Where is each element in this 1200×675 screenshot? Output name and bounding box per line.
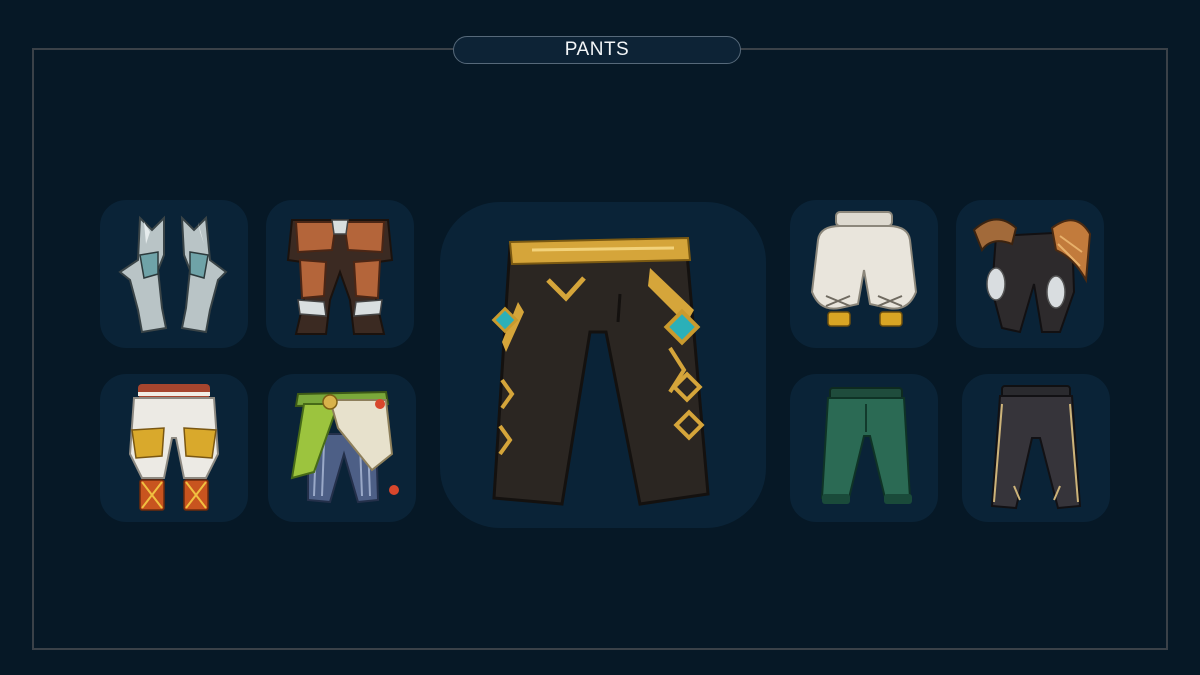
item-slot-silver-leggings[interactable]: [100, 200, 248, 348]
white-puffy-pants-icon: [810, 211, 918, 327]
feathered-tribal-pants-icon: [290, 390, 399, 504]
item-slot-white-puffy-pants[interactable]: [790, 200, 938, 348]
category-title: PANTS: [453, 36, 741, 64]
item-slot-white-gold-pants[interactable]: [100, 374, 248, 522]
item-slot-bronze-armor[interactable]: [266, 200, 414, 348]
item-slot-green-pants[interactable]: [790, 374, 938, 522]
item-slot-black-gold-pants[interactable]: [440, 202, 766, 528]
item-slot-dark-pants[interactable]: [962, 374, 1110, 522]
green-pants-icon: [820, 387, 912, 504]
silver-plate-leggings-icon: [118, 215, 228, 334]
white-pants-gold-plates-icon: [128, 384, 220, 511]
item-slot-feathered-pants[interactable]: [268, 374, 416, 522]
item-slot-winged-armor-pants[interactable]: [956, 200, 1104, 348]
bronze-armor-pants-icon: [286, 219, 394, 335]
black-gold-trim-pants-icon: [491, 236, 710, 506]
winged-dark-armor-pants-icon: [972, 218, 1092, 334]
dark-pants-icon: [990, 385, 1082, 510]
